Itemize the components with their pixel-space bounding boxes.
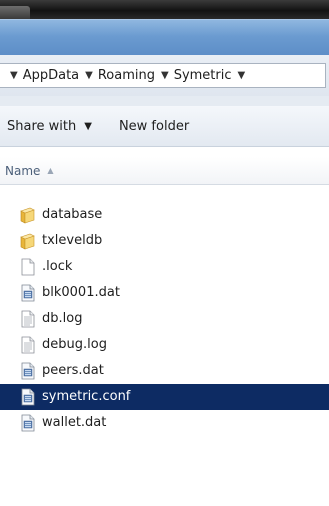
explorer-window: ▼ AppData ▼ Roaming ▼ Symetric ▼ Share w… [0, 0, 329, 506]
dat-file-icon [19, 414, 37, 432]
list-item[interactable]: blk0001.dat [0, 280, 329, 306]
text-file-icon [19, 310, 37, 328]
window-frame-top [0, 0, 329, 19]
chevron-down-icon[interactable]: ▼ [10, 70, 18, 81]
file-name: wallet.dat [42, 415, 107, 430]
column-header: Name ▲ [0, 157, 329, 185]
text-file-icon [19, 336, 37, 354]
list-item[interactable]: wallet.dat [0, 410, 329, 436]
dat-file-icon [19, 362, 37, 380]
address-bar: ▼ AppData ▼ Roaming ▼ Symetric ▼ [0, 55, 329, 97]
list-item[interactable]: symetric.conf [0, 384, 329, 410]
file-name: txleveldb [42, 233, 103, 248]
chevron-down-icon[interactable]: ▼ [85, 70, 93, 81]
new-folder-button[interactable]: New folder [119, 113, 189, 139]
breadcrumb-label: AppData [22, 68, 80, 83]
share-with-button[interactable]: Share with ▼ [7, 113, 92, 139]
breadcrumb-item-roaming[interactable]: ▼ Roaming [85, 68, 155, 83]
list-item[interactable]: txleveldb [0, 228, 329, 254]
list-item[interactable]: peers.dat [0, 358, 329, 384]
breadcrumb-label: Symetric [173, 68, 232, 83]
file-name: symetric.conf [42, 389, 131, 404]
breadcrumb-item-symetric[interactable]: ▼ Symetric [161, 68, 232, 83]
list-item[interactable]: db.log [0, 306, 329, 332]
list-item[interactable]: .lock [0, 254, 329, 280]
breadcrumb[interactable]: ▼ AppData ▼ Roaming ▼ Symetric ▼ [0, 63, 326, 88]
breadcrumb-item-subfolders[interactable]: ▼ [238, 70, 251, 81]
toolbar-gap [0, 96, 329, 106]
folder-icon [19, 232, 37, 250]
file-name: database [42, 207, 103, 222]
share-with-label: Share with [7, 118, 77, 134]
column-header-name[interactable]: Name ▲ [5, 164, 54, 178]
file-list: database txleveldb .lock blk0001.dat db.… [0, 202, 329, 436]
title-bar[interactable] [0, 19, 329, 56]
file-name: peers.dat [42, 363, 104, 378]
folder-icon [19, 206, 37, 224]
breadcrumb-item-appdata[interactable]: ▼ AppData [10, 68, 79, 83]
frame-notch [0, 6, 30, 19]
dat-file-icon [19, 284, 37, 302]
chevron-down-icon[interactable]: ▼ [161, 70, 169, 81]
command-toolbar: Share with ▼ New folder [0, 106, 329, 147]
column-name-label: Name [5, 163, 41, 178]
file-name: db.log [42, 311, 83, 326]
list-item[interactable]: database [0, 202, 329, 228]
chevron-down-icon[interactable]: ▼ [238, 70, 246, 81]
dat-file-icon [19, 388, 37, 406]
blank-file-icon [19, 258, 37, 276]
chevron-down-icon: ▼ [84, 120, 92, 132]
file-name: debug.log [42, 337, 107, 352]
file-name: blk0001.dat [42, 285, 120, 300]
breadcrumb-label: Roaming [97, 68, 155, 83]
new-folder-label: New folder [118, 118, 190, 134]
file-name: .lock [42, 259, 73, 274]
list-item[interactable]: debug.log [0, 332, 329, 358]
sort-ascending-icon: ▲ [47, 166, 54, 175]
